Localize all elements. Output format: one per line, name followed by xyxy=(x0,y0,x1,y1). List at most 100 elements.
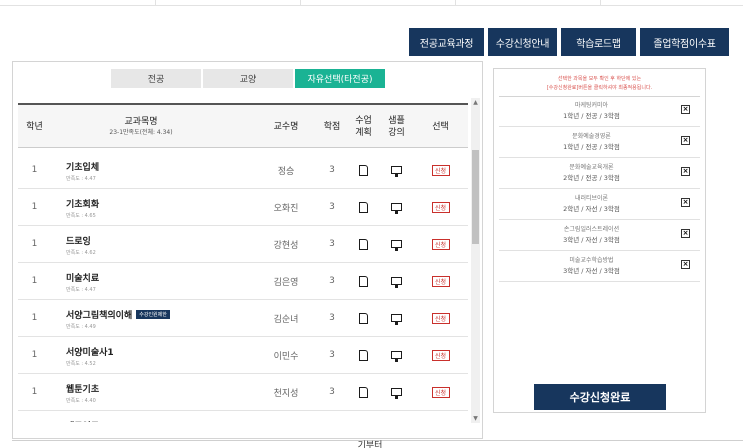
row-sample xyxy=(380,226,413,262)
course-satisfaction: 만족도 : 4.47 xyxy=(66,287,96,293)
apply-button[interactable]: 신청 xyxy=(431,349,450,361)
course-name-wrap: 기초회화 xyxy=(66,197,99,210)
document-icon[interactable] xyxy=(359,201,368,213)
course-name[interactable]: 서양그림책의이해 xyxy=(66,308,132,321)
header-sample: 샘플 강의 xyxy=(380,105,413,148)
row-plan xyxy=(347,226,380,262)
selected-course-detail: 3학년 / 자선 / 3학점 xyxy=(563,267,620,275)
row-sample xyxy=(380,189,413,225)
row-credit: 3 xyxy=(329,276,335,286)
row-select: 신청 xyxy=(413,263,468,299)
table-row: 1 재료연구 오도진 3 신청 xyxy=(18,411,468,422)
apply-button[interactable]: 신청 xyxy=(431,164,450,176)
nav-learning-roadmap-button[interactable]: 학습로드맵 xyxy=(561,28,636,56)
apply-button[interactable]: 신청 xyxy=(431,201,450,213)
row-plan xyxy=(347,337,380,373)
row-professor: 강현성 xyxy=(273,240,299,251)
row-year: 1 xyxy=(18,411,51,422)
document-icon[interactable] xyxy=(359,164,368,176)
header-course-satisfaction: 23-1만족도(전체: 4.34) xyxy=(109,129,173,136)
scroll-up-icon[interactable]: ▲ xyxy=(471,98,480,107)
selected-course-detail: 3학년 / 자선 / 3학점 xyxy=(563,236,620,244)
row-professor: 오도진 xyxy=(261,411,311,422)
table-row: 1 드로잉 만족도 : 4.62 강현성 3 신청 xyxy=(18,226,468,263)
tab-liberal-arts[interactable]: 교양 xyxy=(203,69,293,88)
tab-major[interactable]: 전공 xyxy=(111,69,201,88)
row-year: 1 xyxy=(31,387,38,397)
document-icon[interactable] xyxy=(359,386,368,398)
monitor-icon[interactable] xyxy=(391,166,402,177)
header-course: 교과목명 23-1만족도(전체: 4.34) xyxy=(51,105,231,148)
course-name[interactable]: 기초입체 xyxy=(66,160,99,173)
row-course: 웹툰기초 만족도 : 4.40 xyxy=(66,374,256,410)
course-name[interactable]: 드로잉 xyxy=(66,234,91,247)
course-name[interactable]: 미술치료 xyxy=(66,271,99,284)
row-select: 신청 xyxy=(413,411,468,422)
apply-button[interactable]: 신청 xyxy=(431,386,450,398)
apply-button[interactable]: 신청 xyxy=(431,238,450,250)
document-icon[interactable] xyxy=(359,312,368,324)
registration-complete-button[interactable]: 수강신청완료 xyxy=(534,384,666,410)
nav-registration-guide-button[interactable]: 수강신청안내 xyxy=(488,28,557,56)
selected-course-name: 마케팅커미아 xyxy=(574,102,609,109)
row-professor: 김은영 xyxy=(273,277,299,288)
row-professor: 김순녀 xyxy=(273,314,299,325)
course-name[interactable]: 서양미술사1 xyxy=(66,345,114,358)
enrollment-limit-badge: 수강인원제한 xyxy=(136,310,170,319)
monitor-icon[interactable] xyxy=(391,203,402,214)
monitor-icon[interactable] xyxy=(391,314,402,325)
bottom-text: 기부터 xyxy=(357,441,383,448)
apply-button[interactable]: 신청 xyxy=(431,275,450,287)
row-sample xyxy=(380,337,413,373)
monitor-icon[interactable] xyxy=(391,277,402,288)
table-row: 1 기초회화 만족도 : 4.65 오화진 3 신청 xyxy=(18,189,468,226)
course-name-wrap: 서양그림책의이해 수강인원제한 xyxy=(66,308,170,321)
course-name-wrap: 미술치료 xyxy=(66,271,99,284)
row-year: 1 xyxy=(31,313,38,323)
row-select: 신청 xyxy=(413,226,468,262)
remove-course-icon[interactable]: × xyxy=(681,167,690,176)
course-name-wrap: 서양미술사1 xyxy=(66,345,114,358)
row-professor: 이민수 xyxy=(273,351,299,362)
course-satisfaction: 만족도 : 4.47 xyxy=(66,176,96,182)
course-name[interactable]: 재료연구 xyxy=(66,419,99,422)
header-plan: 수업 계획 xyxy=(347,105,380,148)
document-icon[interactable] xyxy=(359,349,368,361)
remove-course-icon[interactable]: × xyxy=(681,260,690,269)
course-name[interactable]: 웹툰기초 xyxy=(66,382,99,395)
row-credit: 3 xyxy=(329,313,335,323)
monitor-icon[interactable] xyxy=(391,351,402,362)
row-select: 신청 xyxy=(413,374,468,410)
row-year: 1 xyxy=(31,165,38,175)
monitor-icon[interactable] xyxy=(391,388,402,399)
course-list-panel: 전공 교양 자유선택(타전공) 학년 교과목명 23-1만족도(전체: 4.34… xyxy=(12,61,483,439)
course-name-wrap: 기초입체 xyxy=(66,160,99,173)
row-professor: 정승 xyxy=(277,166,295,177)
course-list-scrollbar[interactable]: ▲ ▼ xyxy=(471,98,480,423)
remove-course-icon[interactable]: × xyxy=(681,198,690,207)
header-year: 학년 xyxy=(26,121,43,132)
scroll-thumb[interactable] xyxy=(472,150,479,244)
tab-free-elective[interactable]: 자유선택(타전공) xyxy=(295,69,385,88)
remove-course-icon[interactable]: × xyxy=(681,229,690,238)
document-icon[interactable] xyxy=(359,238,368,250)
scroll-down-icon[interactable]: ▼ xyxy=(471,414,480,423)
remove-course-icon[interactable]: × xyxy=(681,136,690,145)
document-icon[interactable] xyxy=(359,275,368,287)
top-strip xyxy=(0,0,743,6)
row-course: 재료연구 xyxy=(66,411,256,422)
nav-major-curriculum-button[interactable]: 전공교육과정 xyxy=(409,28,484,56)
apply-button[interactable]: 신청 xyxy=(431,312,450,324)
row-select: 신청 xyxy=(413,337,468,373)
course-satisfaction: 만족도 : 4.65 xyxy=(66,213,96,219)
monitor-icon[interactable] xyxy=(391,240,402,251)
course-name[interactable]: 기초회화 xyxy=(66,197,99,210)
selected-course-item: 마케팅커미아 1학년 / 전공 / 3학점 × xyxy=(499,96,700,127)
course-name-wrap: 재료연구 xyxy=(66,419,99,422)
selected-course-detail: 2학년 / 자선 / 3학점 xyxy=(563,205,620,213)
table-row: 1 기초입체 만족도 : 4.47 정승 3 신청 xyxy=(18,152,468,189)
row-course: 드로잉 만족도 : 4.62 xyxy=(66,226,256,262)
row-credit: 3 xyxy=(329,239,335,249)
nav-graduation-credits-button[interactable]: 졸업학점이수표 xyxy=(640,28,729,56)
remove-course-icon[interactable]: × xyxy=(681,105,690,114)
